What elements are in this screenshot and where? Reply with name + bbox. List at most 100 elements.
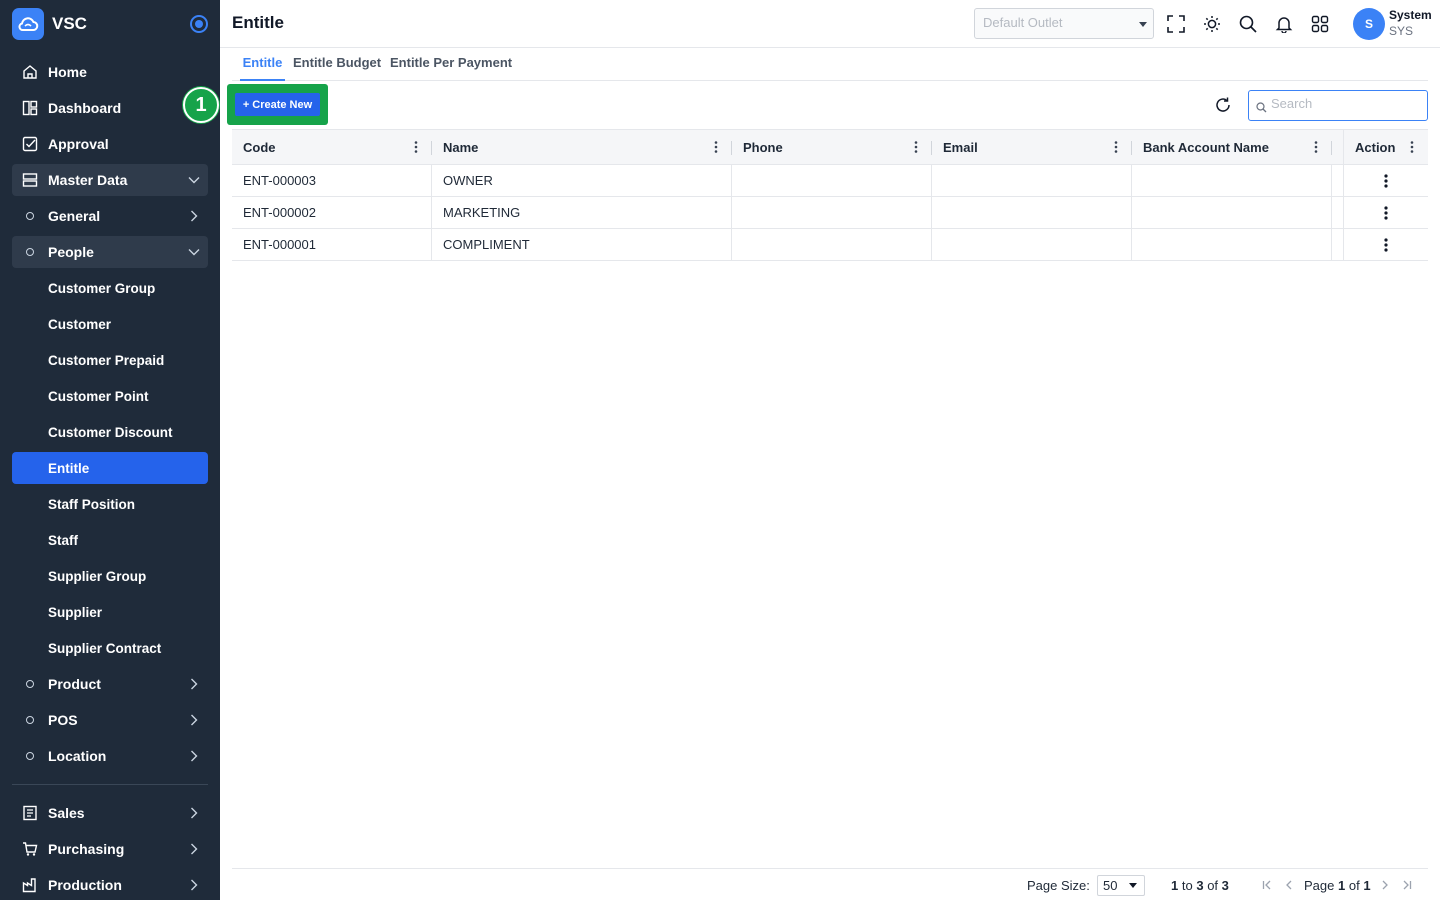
column-menu-icon[interactable] xyxy=(914,141,918,156)
search-icon xyxy=(1256,100,1267,118)
column-menu-icon[interactable] xyxy=(1114,141,1118,156)
sidebar-item-purchasing[interactable]: Purchasing xyxy=(12,833,208,865)
avatar[interactable]: S xyxy=(1353,8,1385,40)
column-header-code[interactable]: Code xyxy=(232,130,432,165)
tab-entitle[interactable]: Entitle xyxy=(240,55,285,81)
column-header-label: Email xyxy=(943,140,978,155)
row-actions-icon[interactable] xyxy=(1381,171,1391,191)
first-page-icon[interactable] xyxy=(1261,878,1273,892)
sidebar-item-label: Customer xyxy=(48,316,112,332)
sidebar-item-customer-prepaid[interactable]: Customer Prepaid xyxy=(12,344,208,376)
sidebar-item-supplier-group[interactable]: Supplier Group xyxy=(12,560,208,592)
previous-page-icon[interactable] xyxy=(1283,878,1295,892)
sidebar-item-label: Production xyxy=(48,877,122,893)
column-menu-icon[interactable] xyxy=(1410,141,1414,156)
sidebar-item-production[interactable]: Production xyxy=(12,869,208,901)
range-of-word: of xyxy=(1207,878,1219,893)
last-page-icon[interactable] xyxy=(1401,878,1413,892)
column-separator[interactable] xyxy=(1331,141,1332,155)
sidebar-item-sales[interactable]: Sales xyxy=(12,797,208,829)
fullscreen-icon[interactable] xyxy=(1166,14,1186,34)
sidebar-item-label: Sales xyxy=(48,805,85,821)
sidebar-item-dashboard[interactable]: Dashboard xyxy=(12,92,208,124)
apps-grid-icon[interactable] xyxy=(1310,14,1330,34)
sidebar-item-supplier[interactable]: Supplier xyxy=(12,596,208,628)
column-header-name[interactable]: Name xyxy=(432,130,732,165)
row-range: 1 to 3 of 3 xyxy=(1171,878,1229,893)
cell-phone xyxy=(732,165,932,196)
cell-code: ENT-000003 xyxy=(243,173,316,188)
sidebar-item-customer-discount[interactable]: Customer Discount xyxy=(12,416,208,448)
sidebar-item-label: Supplier Contract xyxy=(48,640,162,656)
cell-name: OWNER xyxy=(443,173,493,188)
sidebar-item-label: Staff Position xyxy=(48,496,135,512)
column-menu-icon[interactable] xyxy=(414,141,418,156)
brand[interactable]: VSC xyxy=(12,8,87,40)
create-new-button[interactable]: + Create New xyxy=(235,93,320,116)
caret-down-icon xyxy=(1139,22,1147,27)
page-of-word: of xyxy=(1348,878,1360,893)
cell-email xyxy=(932,197,1132,228)
column-menu-icon[interactable] xyxy=(1314,141,1318,156)
table-row[interactable]: ENT-000001 COMPLIMENT xyxy=(232,229,1428,261)
sidebar-item-staff-position[interactable]: Staff Position xyxy=(12,488,208,520)
chevron-right-icon xyxy=(180,678,208,690)
page-current: 1 xyxy=(1338,878,1346,893)
column-header-email[interactable]: Email xyxy=(932,130,1132,165)
row-actions-icon[interactable] xyxy=(1381,235,1391,255)
sidebar-item-pos[interactable]: POS xyxy=(12,704,208,736)
sidebar-item-master-data[interactable]: Master Data xyxy=(12,164,208,196)
sidebar-item-approval[interactable]: Approval xyxy=(12,128,208,160)
sidebar-item-supplier-contract[interactable]: Supplier Contract xyxy=(12,632,208,664)
outlet-select-placeholder: Default Outlet xyxy=(983,15,1063,30)
cell-divider xyxy=(931,165,932,261)
page-word: Page xyxy=(1304,878,1335,893)
table-row[interactable]: ENT-000003 OWNER xyxy=(232,165,1428,197)
cloud-logo-icon xyxy=(12,8,44,40)
top-bar: Entitle Default Outlet S System SYS xyxy=(220,0,1440,48)
bell-icon[interactable] xyxy=(1274,14,1294,34)
sidebar-item-product[interactable]: Product xyxy=(12,668,208,700)
cell-bank-account-name xyxy=(1132,165,1332,196)
cell-email xyxy=(932,165,1132,196)
search-icon[interactable] xyxy=(1238,14,1258,34)
sidebar-item-home[interactable]: Home xyxy=(12,56,208,88)
caret-down-icon xyxy=(1129,883,1137,888)
dashboard-icon xyxy=(12,100,48,116)
sidebar-item-general[interactable]: General xyxy=(12,200,208,232)
sun-icon[interactable] xyxy=(1202,14,1222,34)
cell-bank-account-name xyxy=(1132,197,1332,228)
sidebar-item-customer-group[interactable]: Customer Group xyxy=(12,272,208,304)
table-row[interactable]: ENT-000002 MARKETING xyxy=(232,197,1428,229)
column-header-action[interactable]: Action xyxy=(1344,130,1428,165)
refresh-icon[interactable] xyxy=(1213,95,1233,115)
sidebar-pin-toggle-icon[interactable] xyxy=(190,15,208,33)
sidebar-item-label: Supplier xyxy=(48,604,103,620)
sidebar-item-location[interactable]: Location xyxy=(12,740,208,772)
sidebar-item-entitle[interactable]: Entitle xyxy=(12,452,208,484)
tab-entitle-per-payment[interactable]: Entitle Per Payment xyxy=(390,55,512,81)
next-page-icon[interactable] xyxy=(1379,878,1391,892)
server-icon xyxy=(12,172,48,188)
cell-code: ENT-000002 xyxy=(243,205,316,220)
search-input[interactable] xyxy=(1271,96,1421,111)
sidebar-item-customer[interactable]: Customer xyxy=(12,308,208,340)
receipt-icon xyxy=(12,805,48,821)
search-field[interactable] xyxy=(1248,90,1428,121)
cell-divider xyxy=(1131,165,1132,261)
outlet-select[interactable]: Default Outlet xyxy=(974,8,1154,39)
column-header-phone[interactable]: Phone xyxy=(732,130,932,165)
sidebar-item-staff[interactable]: Staff xyxy=(12,524,208,556)
tab-entitle-budget[interactable]: Entitle Budget xyxy=(293,55,381,81)
sidebar-item-people[interactable]: People xyxy=(12,236,208,268)
page-size-value: 50 xyxy=(1103,878,1118,893)
page-size-select[interactable]: 50 xyxy=(1097,875,1145,896)
sidebar-item-label: General xyxy=(48,208,101,224)
row-actions-icon[interactable] xyxy=(1381,203,1391,223)
pinned-column-divider xyxy=(1343,165,1344,261)
chevron-down-icon xyxy=(180,176,208,184)
sidebar-item-customer-point[interactable]: Customer Point xyxy=(12,380,208,412)
column-header-bank-account-name[interactable]: Bank Account Name xyxy=(1132,130,1332,165)
column-menu-icon[interactable] xyxy=(714,141,718,156)
sidebar-item-label: Customer Point xyxy=(48,388,149,404)
